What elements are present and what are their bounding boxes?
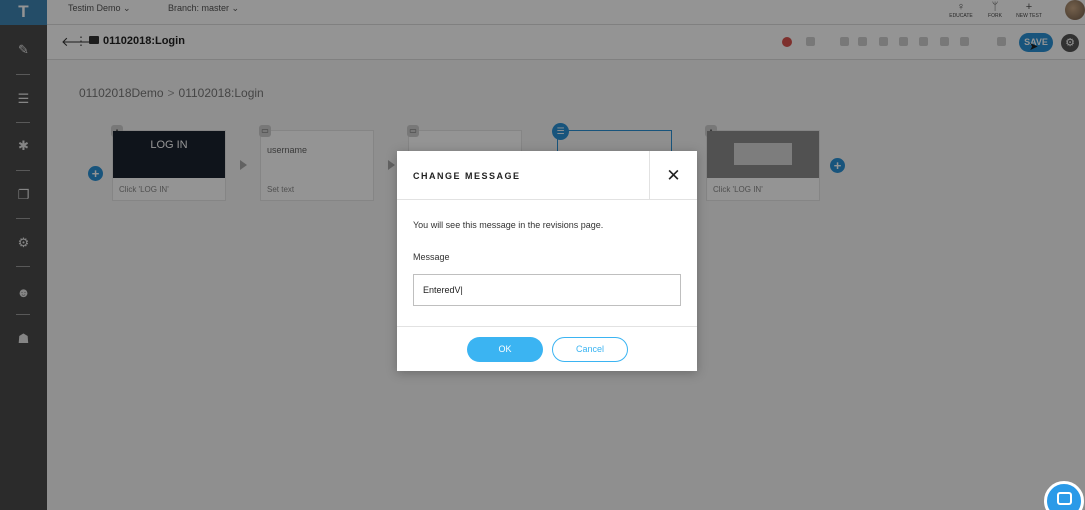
dialog-title: CHANGE MESSAGE — [413, 171, 521, 181]
dialog-header: CHANGE MESSAGE ✕ — [397, 151, 697, 200]
dialog-footer: OK Cancel — [397, 326, 697, 371]
dialog-description: You will see this message in the revisio… — [413, 220, 604, 230]
mouse-cursor-icon: ➤ — [1029, 41, 1039, 53]
cancel-button[interactable]: Cancel — [552, 337, 628, 362]
message-label: Message — [413, 252, 450, 262]
message-input[interactable] — [413, 274, 681, 306]
ok-button[interactable]: OK — [467, 337, 543, 362]
chat-icon — [1057, 492, 1072, 505]
close-icon[interactable]: ✕ — [649, 151, 697, 200]
change-message-dialog: CHANGE MESSAGE ✕ You will see this messa… — [397, 151, 697, 371]
